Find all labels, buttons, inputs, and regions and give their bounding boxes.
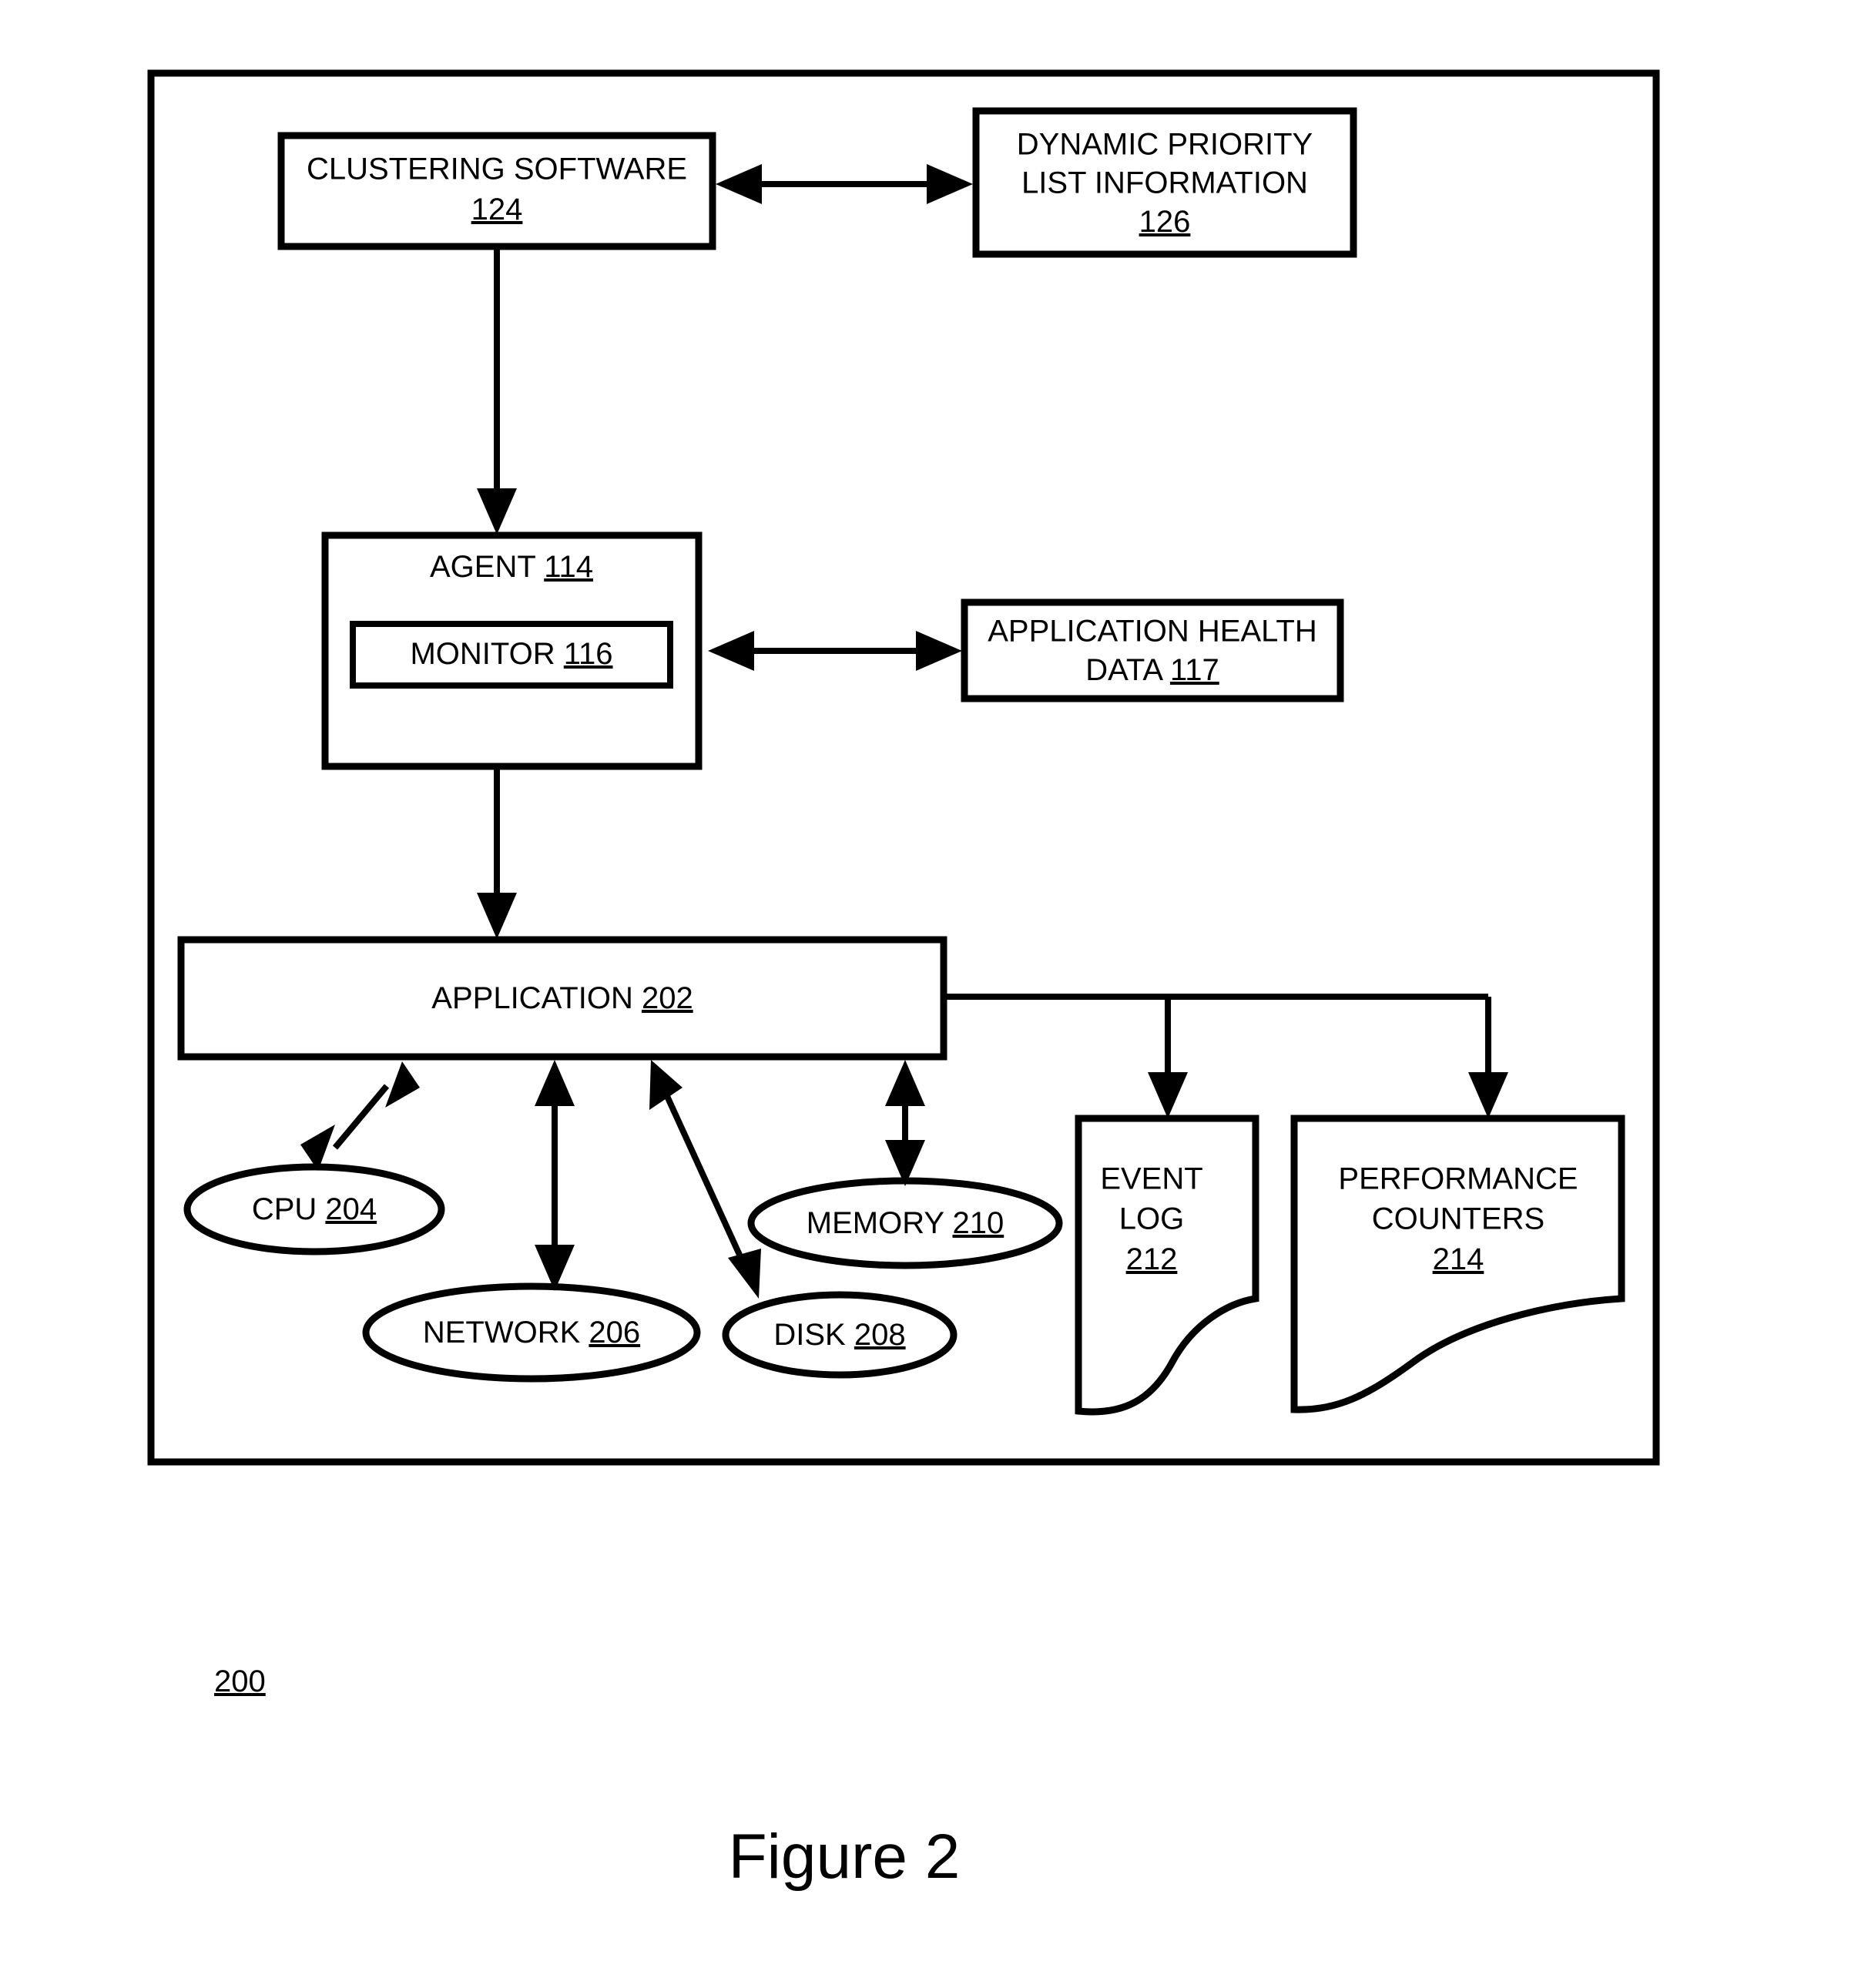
connector-application-to-logs xyxy=(941,994,1508,1118)
memory-label-group: MEMORY 210 xyxy=(807,1206,1004,1240)
monitor-label-group: MONITOR 116 xyxy=(410,637,612,671)
arrowhead-right-icon xyxy=(916,631,962,671)
connector-line xyxy=(659,1085,746,1265)
connector-application-to-cpu xyxy=(300,1061,420,1171)
arrowhead-down-icon xyxy=(477,893,517,939)
performance-counters-ref: 214 xyxy=(1433,1242,1484,1276)
node-memory: MEMORY 210 xyxy=(747,1177,1063,1269)
event-log-ref: 212 xyxy=(1126,1242,1178,1276)
clustering-software-ref-value: 124 xyxy=(471,193,523,226)
clustering-software-label: CLUSTERING SOFTWARE xyxy=(307,153,687,186)
connector-application-to-network xyxy=(535,1060,575,1291)
cpu-label-group: CPU 204 xyxy=(252,1192,377,1226)
connector-monitor-to-health-data xyxy=(708,631,962,671)
arrowhead-down-icon xyxy=(477,488,517,535)
node-cpu: CPU 204 xyxy=(183,1163,445,1255)
arrowhead-up-icon xyxy=(885,1060,925,1106)
node-disk: DISK 208 xyxy=(722,1291,958,1379)
node-monitor: MONITOR 116 xyxy=(350,621,673,689)
application-label-group: APPLICATION 202 xyxy=(431,981,693,1015)
node-network: NETWORK 206 xyxy=(362,1282,701,1383)
figure-reference-number: 200 xyxy=(214,1664,266,1698)
arrowhead-right-icon xyxy=(927,164,973,204)
dynamic-priority-list-ref-value: 126 xyxy=(1139,205,1191,239)
event-log-ref-group: 212 xyxy=(1126,1242,1178,1276)
node-application-health-data: APPLICATION HEALTH DATA 117 xyxy=(961,598,1344,702)
node-clustering-software: CLUSTERING SOFTWARE 124 xyxy=(277,132,716,250)
disk-label: DISK xyxy=(773,1318,846,1352)
arrowhead-left-icon xyxy=(708,631,754,671)
arrowhead-down-icon xyxy=(728,1249,761,1299)
event-log-label-line1: EVENT xyxy=(1100,1162,1202,1196)
figure-reference-number-group: 200 xyxy=(214,1664,266,1698)
application-health-data-label-line1: APPLICATION HEALTH xyxy=(988,615,1317,649)
cpu-label: CPU xyxy=(252,1192,317,1226)
event-log-label-line2: LOG xyxy=(1119,1202,1184,1236)
application-ref: 202 xyxy=(642,981,693,1015)
arrowhead-left-icon xyxy=(716,164,762,204)
connector-clustering-to-priority-list xyxy=(716,164,973,204)
connector-application-to-memory xyxy=(885,1060,925,1186)
arrowhead-down-event-log-icon xyxy=(1148,1072,1188,1118)
arrowhead-down-performance-counters-icon xyxy=(1468,1072,1508,1118)
arrowhead-up-icon xyxy=(385,1061,420,1108)
connector-agent-to-application xyxy=(477,768,517,939)
figure-root: CLUSTERING SOFTWARE 124 DYNAMIC PRIORITY… xyxy=(0,0,1858,1988)
disk-label-group: DISK 208 xyxy=(773,1318,905,1352)
node-performance-counters: PERFORMANCE COUNTERS 214 xyxy=(1290,1115,1625,1413)
network-label: NETWORK xyxy=(423,1316,581,1349)
performance-counters-label-line2: COUNTERS xyxy=(1372,1202,1544,1236)
disk-ref: 208 xyxy=(854,1318,906,1352)
connector-application-to-disk xyxy=(649,1060,761,1299)
clustering-software-ref: 124 xyxy=(471,193,523,226)
performance-counters-label-line1: PERFORMANCE xyxy=(1338,1162,1578,1196)
arrowhead-up-icon xyxy=(649,1060,682,1110)
dynamic-priority-list-label-line2: LIST INFORMATION xyxy=(1021,166,1308,200)
patent-figure-diagram: CLUSTERING SOFTWARE 124 DYNAMIC PRIORITY… xyxy=(147,69,1660,1892)
memory-ref: 210 xyxy=(952,1206,1004,1240)
connector-clustering-to-agent xyxy=(477,248,517,535)
node-event-log: EVENT LOG 212 xyxy=(1075,1115,1259,1416)
application-health-data-label-line2-group: DATA 117 xyxy=(1085,653,1219,687)
agent-ref: 114 xyxy=(544,550,593,584)
network-label-group: NETWORK 206 xyxy=(423,1316,640,1349)
dynamic-priority-list-ref: 126 xyxy=(1139,205,1191,239)
dynamic-priority-list-label-line1: DYNAMIC PRIORITY xyxy=(1017,128,1313,162)
figure-caption: Figure 2 xyxy=(729,1822,961,1892)
agent-label: AGENT xyxy=(430,550,535,584)
node-application: APPLICATION 202 xyxy=(177,936,947,1061)
node-agent: AGENT 114 MONITOR 116 xyxy=(321,531,703,770)
performance-counters-ref-group: 214 xyxy=(1433,1242,1484,1276)
cpu-ref: 204 xyxy=(325,1192,377,1226)
arrowhead-up-icon xyxy=(535,1060,575,1106)
monitor-label: MONITOR xyxy=(410,637,555,671)
node-dynamic-priority-list: DYNAMIC PRIORITY LIST INFORMATION 126 xyxy=(972,107,1357,258)
monitor-ref: 116 xyxy=(564,637,613,671)
connector-line xyxy=(332,1084,390,1150)
agent-label-group: AGENT 114 xyxy=(430,550,593,584)
application-label: APPLICATION xyxy=(431,981,633,1015)
application-health-data-label-line2: DATA xyxy=(1085,653,1163,687)
memory-label: MEMORY xyxy=(807,1206,944,1240)
network-ref: 206 xyxy=(589,1316,640,1349)
application-health-data-ref: 117 xyxy=(1170,653,1219,687)
